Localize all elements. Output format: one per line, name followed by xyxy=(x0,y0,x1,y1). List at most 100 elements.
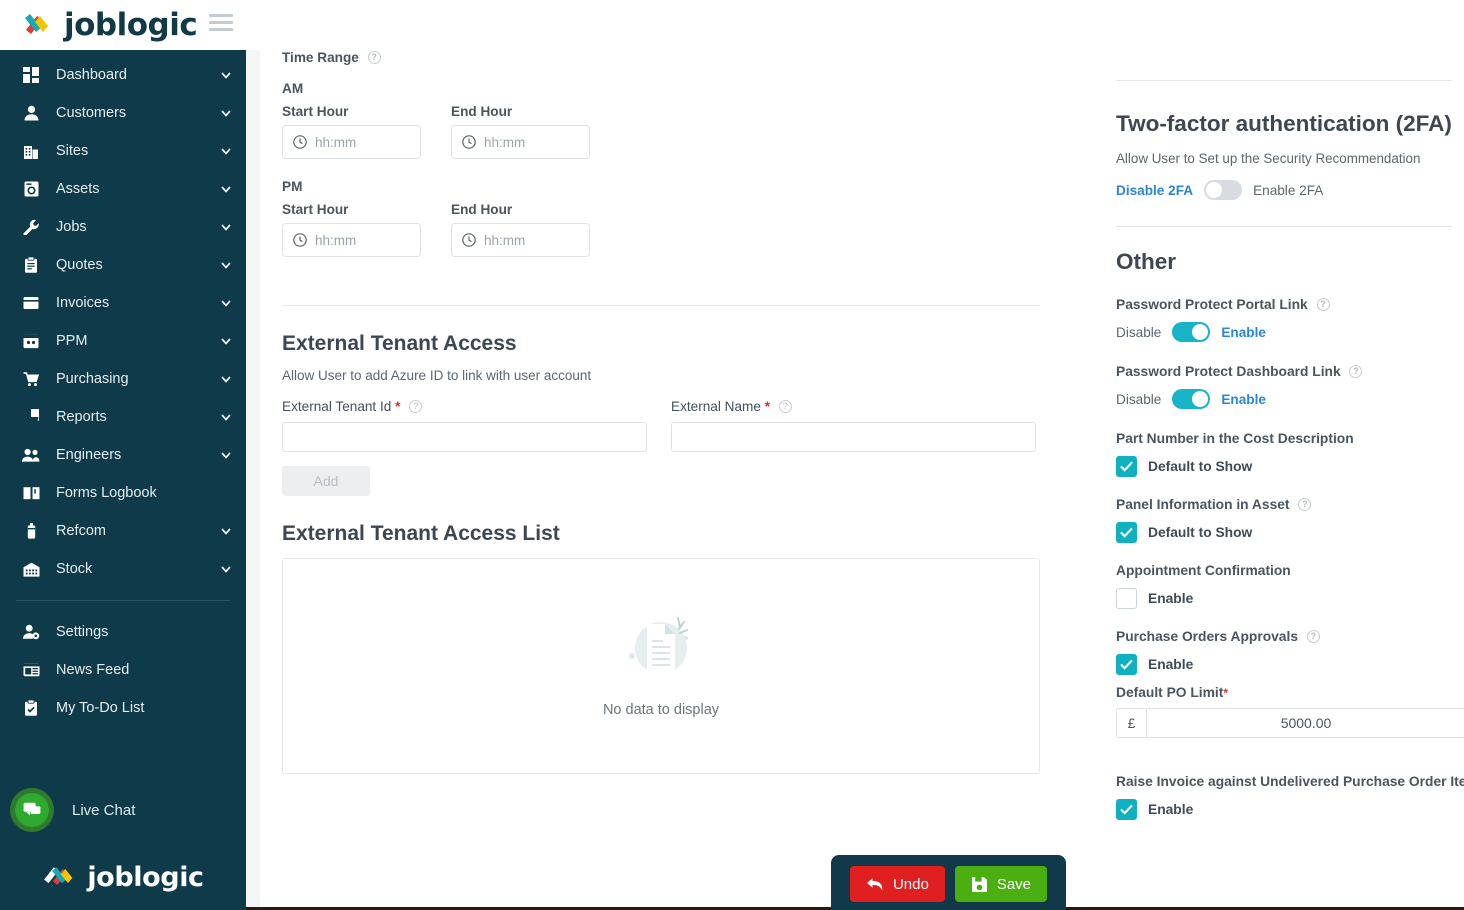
sidebar-item-label: My To-Do List xyxy=(56,700,145,716)
checkbox-label[interactable]: Default to Show xyxy=(1148,525,1252,540)
todo-icon xyxy=(20,700,42,716)
pm-end-hour-input[interactable]: hh:mm xyxy=(451,223,590,257)
disable-label[interactable]: Disable xyxy=(1116,325,1161,340)
live-chat-button[interactable]: Live Chat xyxy=(0,782,246,838)
po-limit-value[interactable]: 5000.00 xyxy=(1147,709,1464,737)
enable-label[interactable]: Enable xyxy=(1221,392,1266,407)
sidebar-item-quotes[interactable]: Quotes xyxy=(0,246,246,284)
enable-label[interactable]: Enable xyxy=(1221,325,1266,340)
sidebar-item-my-to-do-list[interactable]: My To-Do List xyxy=(0,689,246,727)
twofa-subtitle: Allow User to Set up the Security Recomm… xyxy=(1116,151,1421,166)
help-icon[interactable]: ? xyxy=(1349,364,1363,378)
external-tenant-fields: External Tenant Id * ? External Name * ? xyxy=(282,399,1040,452)
hamburger-icon[interactable] xyxy=(209,14,233,34)
sidebar-item-sites[interactable]: Sites xyxy=(0,132,246,170)
people-icon xyxy=(20,448,42,462)
chevron-down-icon xyxy=(221,452,231,459)
other-title: Other xyxy=(1116,249,1177,274)
external-name-label: External Name xyxy=(671,399,761,414)
twofa-section: Two-factor authentication (2FA) Allow Us… xyxy=(1116,111,1452,200)
chevron-down-icon xyxy=(221,414,231,421)
add-button[interactable]: Add xyxy=(282,466,370,496)
help-icon[interactable]: ? xyxy=(409,399,423,413)
am-end-label: End Hour xyxy=(451,104,513,119)
sidebar-item-news-feed[interactable]: News Feed xyxy=(0,651,246,689)
help-icon[interactable]: ? xyxy=(1298,497,1312,511)
sidebar: Dashboard Customers Sites Assets Jobs Qu… xyxy=(0,50,246,910)
help-icon[interactable]: ? xyxy=(367,50,381,64)
setting-checkbox-row: Default to Show xyxy=(1116,456,1452,477)
portal-link-toggle[interactable] xyxy=(1172,322,1211,342)
checkbox-label[interactable]: Enable xyxy=(1148,657,1193,672)
time-range-title: Time Range xyxy=(282,50,359,65)
twofa-disable-label[interactable]: Disable 2FA xyxy=(1116,183,1193,198)
sidebar-item-label: Sites xyxy=(56,143,89,159)
toggle-knob xyxy=(1206,182,1223,198)
check-icon xyxy=(1120,527,1133,538)
sidebar-nav: Dashboard Customers Sites Assets Jobs Qu… xyxy=(0,50,246,727)
am-start-field: Start Hour hh:mm xyxy=(282,104,421,159)
twofa-toggle[interactable] xyxy=(1204,180,1243,200)
sidebar-item-ppm[interactable]: PPM xyxy=(0,322,246,360)
part-number-checkbox[interactable] xyxy=(1116,456,1137,477)
brand-logo[interactable]: joblogic xyxy=(14,7,198,43)
purchase-orders-approvals-checkbox[interactable] xyxy=(1116,654,1137,675)
panel-information-checkbox[interactable] xyxy=(1116,522,1137,543)
check-icon xyxy=(1120,461,1133,472)
appointment-confirmation-checkbox[interactable] xyxy=(1116,588,1137,609)
am-start-hour-input[interactable]: hh:mm xyxy=(282,125,421,159)
undo-button[interactable]: Undo xyxy=(849,866,945,902)
setting-checkbox-row: Enable xyxy=(1116,588,1452,609)
tenant-list-section: External Tenant Access List No data to d… xyxy=(282,522,1040,774)
sidebar-item-purchasing[interactable]: Purchasing xyxy=(0,360,246,398)
setting-checkbox-row: Enable xyxy=(1116,799,1452,820)
save-button[interactable]: Save xyxy=(954,866,1048,902)
user-gear-icon xyxy=(20,624,42,640)
sidebar-item-reports[interactable]: Reports xyxy=(0,398,246,436)
top-bar: joblogic xyxy=(0,0,1464,50)
sidebar-item-refcom[interactable]: Refcom xyxy=(0,512,246,550)
setting-raise-invoice-undelivered: Raise Invoice against Undelivered Purcha… xyxy=(1116,774,1464,820)
right-panel: Two-factor authentication (2FA) Allow Us… xyxy=(1104,42,1464,910)
external-name-label-row: External Name * ? xyxy=(671,399,1036,414)
checkbox-label[interactable]: Enable xyxy=(1148,591,1193,606)
external-tenant-id-label-row: External Tenant Id * ? xyxy=(282,399,647,414)
po-limit-input[interactable]: £ 5000.00 xyxy=(1116,708,1464,738)
sidebar-item-invoices[interactable]: Invoices xyxy=(0,284,246,322)
sidebar-item-stock[interactable]: Stock xyxy=(0,550,246,588)
checkbox-label[interactable]: Enable xyxy=(1148,802,1193,817)
disable-label[interactable]: Disable xyxy=(1116,392,1161,407)
setting-appointment-confirmation: Appointment Confirmation Enable xyxy=(1116,563,1452,609)
sidebar-item-label: News Feed xyxy=(56,662,130,678)
sidebar-item-customers[interactable]: Customers xyxy=(0,94,246,132)
sidebar-item-forms-logbook[interactable]: Forms Logbook xyxy=(0,474,246,512)
external-name-input[interactable] xyxy=(671,422,1036,452)
am-end-hour-input[interactable]: hh:mm xyxy=(451,125,590,159)
content-gutter xyxy=(246,50,260,910)
main-content: Time Range ? AM Start Hour hh:mm End Hou… xyxy=(260,42,1060,910)
clock-icon xyxy=(462,135,476,149)
tenant-list-empty-state: No data to display xyxy=(282,558,1040,774)
raise-invoice-checkbox[interactable] xyxy=(1116,799,1137,820)
other-section: Other Password Protect Portal Link ? Dis… xyxy=(1116,249,1464,820)
pm-start-hour-input[interactable]: hh:mm xyxy=(282,223,421,257)
chevron-down-icon xyxy=(221,72,231,79)
help-icon[interactable]: ? xyxy=(1306,629,1320,643)
setting-label: Purchase Orders Approvals xyxy=(1116,629,1298,644)
sidebar-item-engineers[interactable]: Engineers xyxy=(0,436,246,474)
sidebar-item-settings[interactable]: Settings xyxy=(0,613,246,651)
sidebar-item-jobs[interactable]: Jobs xyxy=(0,208,246,246)
external-tenant-id-input[interactable] xyxy=(282,422,647,452)
help-icon[interactable]: ? xyxy=(1316,297,1330,311)
sidebar-item-label: Stock xyxy=(56,561,93,577)
help-icon[interactable]: ? xyxy=(778,399,792,413)
dashboard-link-toggle[interactable] xyxy=(1172,389,1211,409)
sidebar-item-dashboard[interactable]: Dashboard xyxy=(0,56,246,94)
warehouse-icon xyxy=(20,562,42,577)
check-icon xyxy=(1120,804,1133,815)
twofa-enable-label[interactable]: Enable 2FA xyxy=(1253,183,1323,198)
checkbox-label[interactable]: Default to Show xyxy=(1148,459,1252,474)
chevron-down-icon xyxy=(221,224,231,231)
pm-end-label: End Hour xyxy=(451,202,513,217)
sidebar-item-assets[interactable]: Assets xyxy=(0,170,246,208)
